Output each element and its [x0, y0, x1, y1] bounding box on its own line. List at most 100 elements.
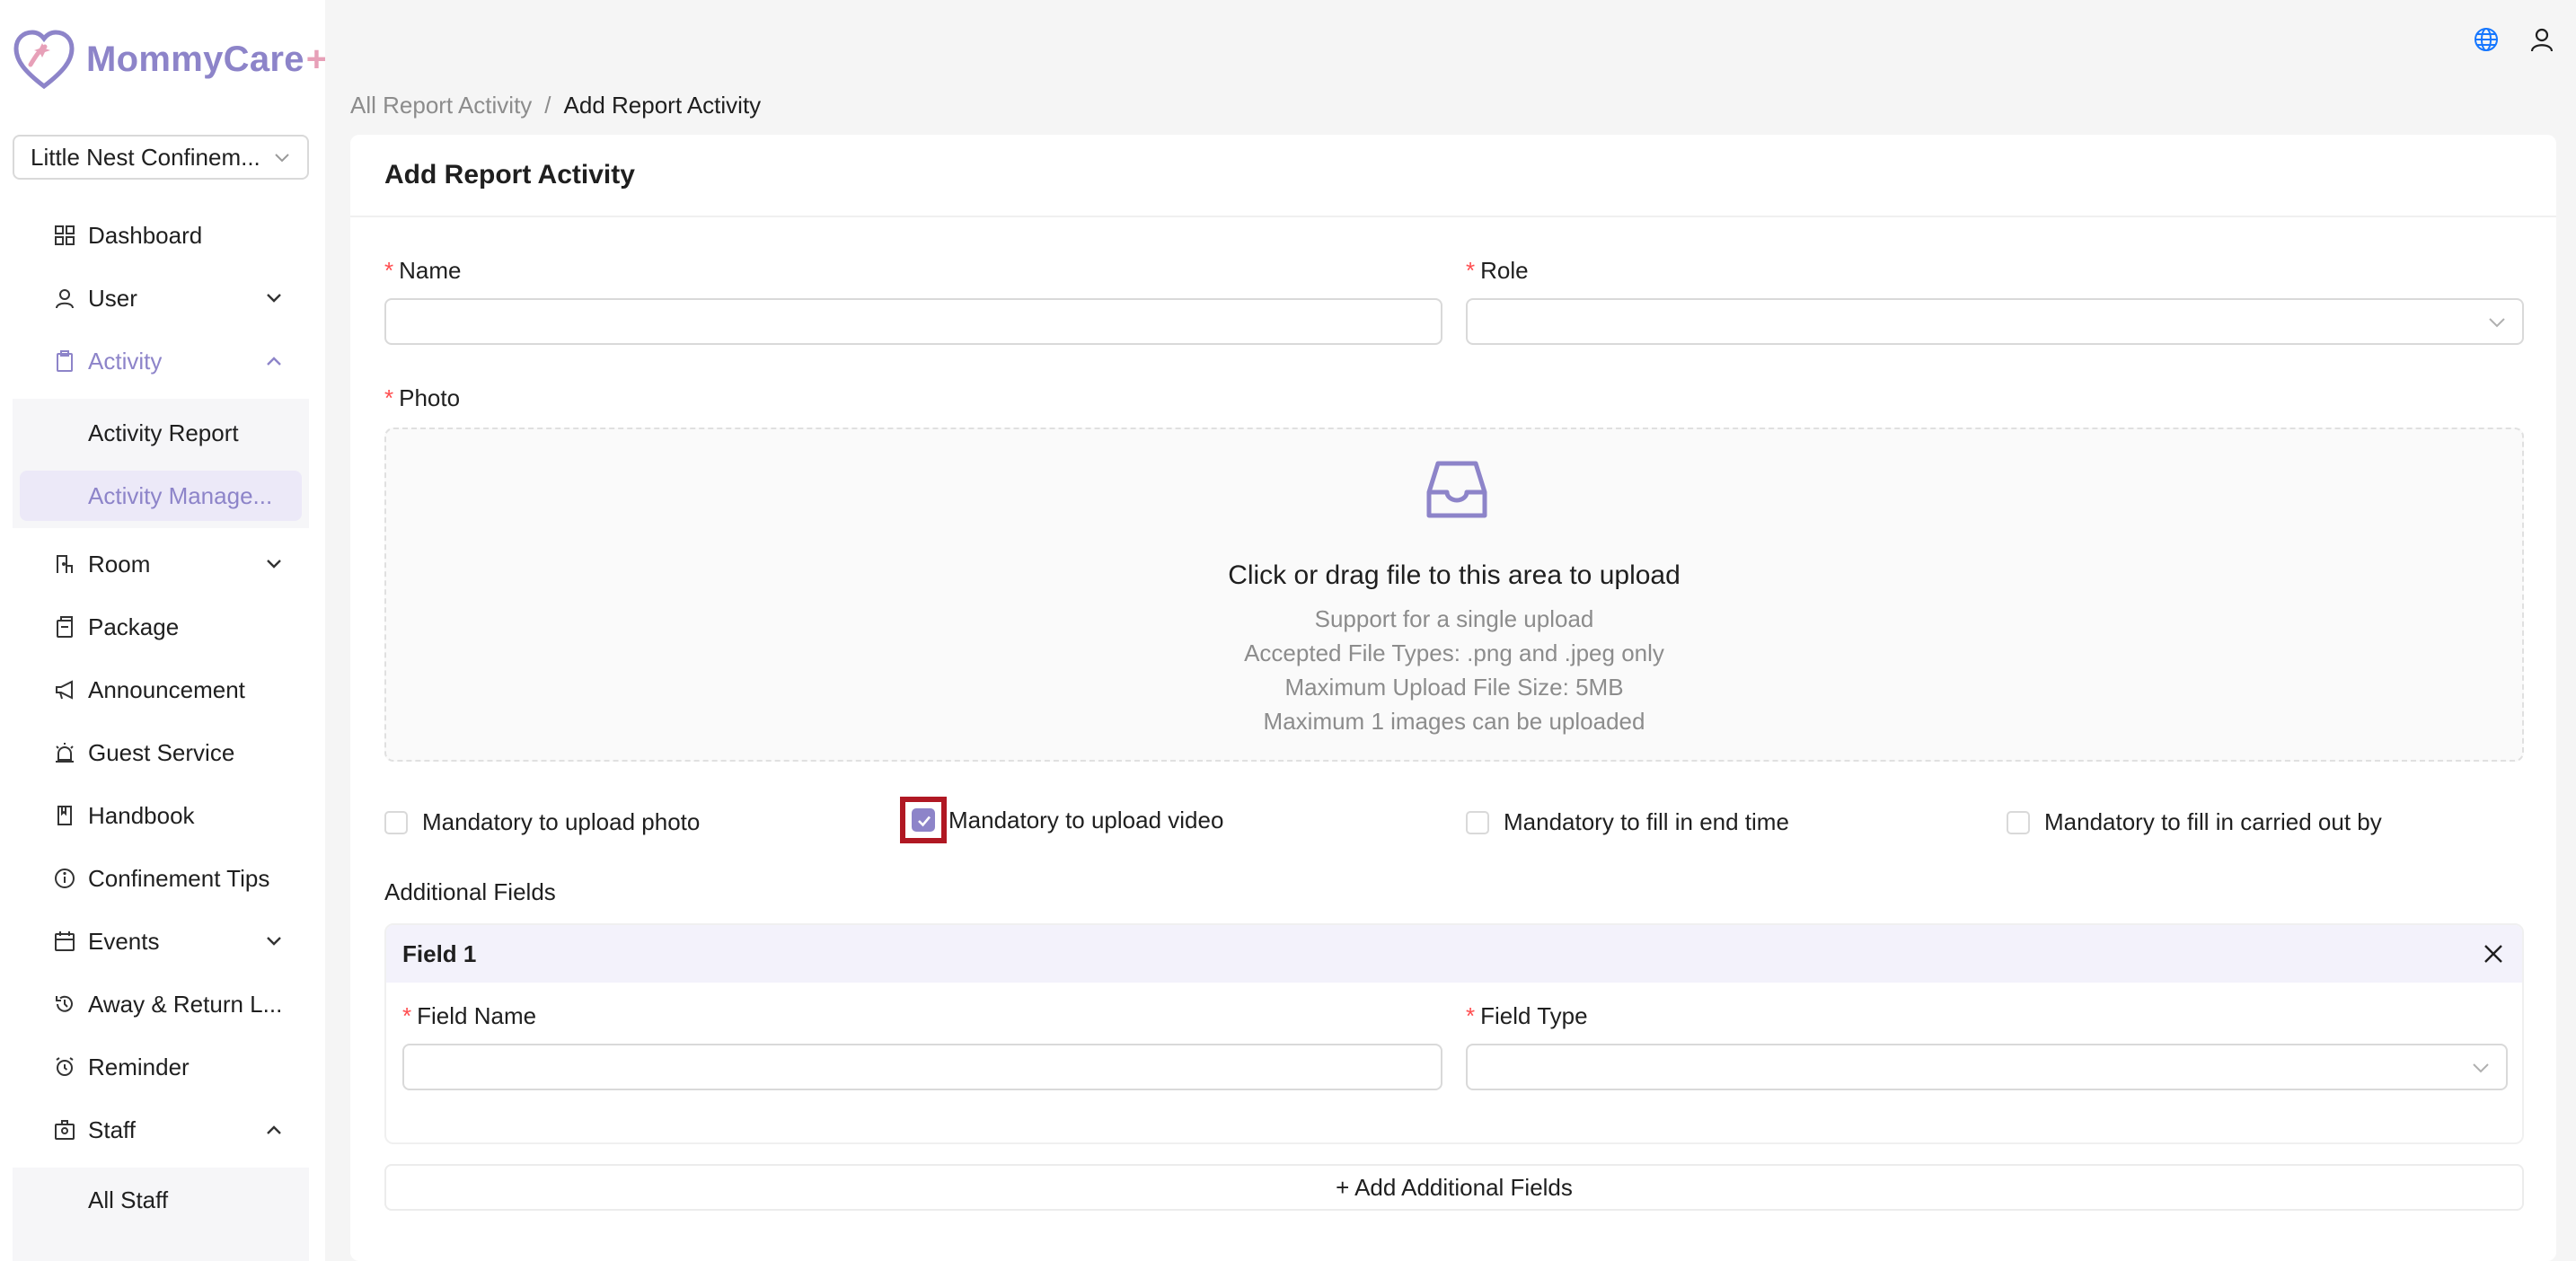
name-label: * Name: [384, 257, 461, 285]
info-circle-icon: [55, 869, 75, 888]
brand-logo[interactable]: MommyCare +: [13, 27, 325, 92]
chevron-down-icon: [2489, 318, 2505, 328]
sidebar-item-handbook[interactable]: Handbook: [13, 790, 309, 841]
heart-logo-icon: [13, 30, 75, 90]
facility-select[interactable]: Little Nest Confinem...: [13, 135, 309, 180]
checkbox-label: Mandatory to upload video: [948, 806, 1224, 833]
chevron-up-icon: [267, 1125, 281, 1134]
page-title: Add Report Activity: [350, 135, 2556, 217]
user-icon: [56, 289, 74, 309]
alarm-bell-icon: [56, 743, 74, 763]
chevron-down-icon: [267, 294, 281, 303]
sidebar-item-events[interactable]: Events: [13, 916, 309, 966]
checkbox-label: Mandatory to fill in carried out by: [2044, 808, 2382, 835]
sidebar-item-label: Away & Return L...: [88, 990, 283, 1018]
additional-fields-title: Additional Fields: [384, 878, 556, 905]
inbox-icon: [1426, 461, 1487, 518]
megaphone-icon: [56, 680, 73, 700]
field-type-label-text: Field Type: [1480, 1002, 1588, 1029]
checkbox-highlight: [900, 797, 947, 843]
book-icon: [57, 806, 72, 825]
sidebar-item-announcement[interactable]: Announcement: [13, 665, 309, 715]
photo-label: * Photo: [384, 384, 460, 412]
sidebar-item-label: Staff: [88, 1116, 137, 1143]
history-icon: [56, 995, 73, 1012]
sidebar-item-label: Events: [88, 927, 160, 955]
field-type-select[interactable]: [1466, 1044, 2508, 1090]
check-icon: [918, 816, 931, 827]
sidebar-item-label: Reminder: [88, 1053, 190, 1080]
required-mark: *: [1466, 257, 1476, 284]
role-select[interactable]: [1466, 298, 2524, 345]
checkbox-box[interactable]: [1466, 810, 1489, 834]
sidebar-item-user[interactable]: User: [13, 273, 309, 323]
breadcrumb-separator: /: [544, 92, 551, 119]
role-label: * Role: [1466, 257, 1529, 285]
package-icon: [57, 616, 73, 638]
user-icon[interactable]: [2529, 27, 2554, 52]
breadcrumb: All Report Activity / Add Report Activit…: [350, 92, 761, 119]
sidebar: MommyCare + Little Nest Confinem... Dashb…: [0, 0, 325, 1261]
upload-hint: Support for a single upload: [1314, 605, 1594, 632]
mandatory-video-checkbox[interactable]: Mandatory to upload video: [900, 797, 1224, 843]
photo-upload-dropzone[interactable]: Click or drag file to this area to uploa…: [384, 428, 2524, 762]
breadcrumb-parent-link[interactable]: All Report Activity: [350, 92, 532, 119]
alarm-clock-icon: [56, 1057, 74, 1076]
additional-field-title: Field 1: [402, 939, 477, 967]
name-label-text: Name: [399, 257, 462, 284]
sidebar-item-label: Announcement: [88, 675, 245, 703]
chevron-down-icon: [2473, 1063, 2489, 1073]
checkbox-box[interactable]: [384, 810, 408, 834]
id-badge-icon: [55, 1120, 75, 1140]
door-icon: [57, 555, 73, 573]
chevron-down-icon: [267, 937, 281, 946]
mandatory-photo-checkbox[interactable]: Mandatory to upload photo: [384, 808, 700, 836]
sidebar-item-activity[interactable]: Activity: [13, 336, 309, 386]
sidebar-item-room[interactable]: Room: [13, 539, 309, 589]
dashboard-icon: [55, 225, 75, 245]
name-input[interactable]: [384, 298, 1442, 345]
form-card: Add Report Activity * Name * Role * Photo: [350, 135, 2556, 1261]
sidebar-item-package[interactable]: Package: [13, 602, 309, 652]
close-icon[interactable]: [2483, 943, 2504, 965]
mandatory-carried-out-checkbox[interactable]: Mandatory to fill in carried out by: [2007, 808, 2382, 836]
field-name-label-text: Field Name: [417, 1002, 537, 1029]
breadcrumb-current: Add Report Activity: [563, 92, 762, 119]
sidebar-item-activity-management[interactable]: Activity Manage...: [20, 471, 302, 521]
sidebar-item-label: Confinement Tips: [88, 864, 270, 892]
sidebar-item-dashboard[interactable]: Dashboard: [13, 210, 309, 260]
sidebar-item-away-return[interactable]: Away & Return L...: [13, 979, 309, 1029]
sidebar-item-activity-report[interactable]: Activity Report: [13, 408, 309, 458]
sidebar-item-label: All Staff: [88, 1186, 169, 1213]
sidebar-item-label: Guest Service: [88, 738, 235, 766]
required-mark: *: [1466, 1002, 1476, 1029]
field-name-label: * Field Name: [402, 1002, 536, 1030]
mandatory-end-time-checkbox[interactable]: Mandatory to fill in end time: [1466, 808, 1789, 836]
field-type-label: * Field Type: [1466, 1002, 1588, 1030]
mandatory-options: Mandatory to upload photo Mandatory to u…: [384, 797, 2524, 843]
sidebar-item-guest-service[interactable]: Guest Service: [13, 728, 309, 778]
upload-main-hint: Click or drag file to this area to uploa…: [1228, 560, 1681, 590]
upload-hint: Maximum Upload File Size: 5MB: [1284, 674, 1624, 701]
chevron-down-icon: [267, 560, 281, 569]
sidebar-item-label: Package: [88, 613, 180, 640]
checkbox-box[interactable]: [2007, 810, 2030, 834]
checkbox-box[interactable]: [912, 808, 935, 832]
page: MommyCare + Little Nest Confinem... Dashb…: [0, 0, 2576, 1261]
sidebar-item-label: Activity: [88, 347, 163, 375]
facility-select-value: Little Nest Confinem...: [31, 143, 260, 171]
sidebar-item-staff[interactable]: Staff: [13, 1105, 309, 1155]
chevron-up-icon: [267, 357, 281, 366]
sidebar-item-confinement-tips[interactable]: Confinement Tips: [13, 853, 309, 904]
sidebar-item-all-staff[interactable]: All Staff: [13, 1175, 309, 1225]
field-name-input[interactable]: [402, 1044, 1442, 1090]
brand-plus: +: [305, 39, 325, 79]
globe-icon[interactable]: [2474, 27, 2499, 52]
add-additional-fields-button[interactable]: + Add Additional Fields: [384, 1164, 2524, 1211]
clipboard-icon: [57, 350, 73, 372]
checkbox-label: Mandatory to fill in end time: [1504, 808, 1789, 835]
upload-hint: Maximum 1 images can be uploaded: [1263, 708, 1645, 735]
checkbox-label: Mandatory to upload photo: [422, 808, 701, 835]
required-mark: *: [384, 384, 394, 411]
sidebar-item-reminder[interactable]: Reminder: [13, 1042, 309, 1092]
